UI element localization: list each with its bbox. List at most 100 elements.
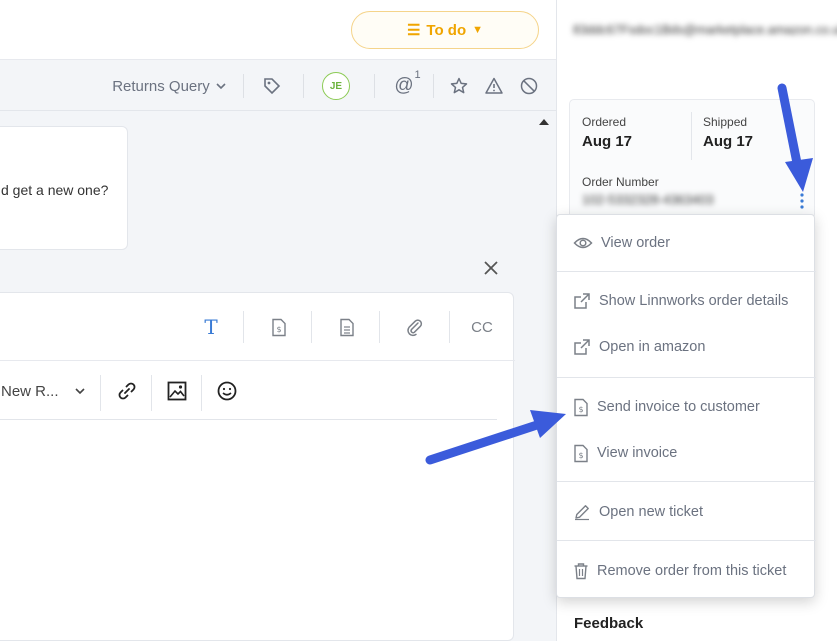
category-label: Returns Query xyxy=(112,77,210,95)
menu-item-remove-order[interactable]: Remove order from this ticket xyxy=(557,553,816,589)
chevron-down-icon: ▼ xyxy=(472,24,484,36)
at-icon: @1 xyxy=(394,69,421,96)
menu-divider xyxy=(557,377,816,378)
block-button[interactable] xyxy=(516,61,542,111)
toolbar-divider xyxy=(201,375,202,411)
star-button[interactable] xyxy=(446,61,472,111)
chevron-down-icon xyxy=(216,83,226,90)
font-select-value: New R... xyxy=(1,382,59,400)
warning-button[interactable] xyxy=(481,61,507,111)
menu-item-label: Open in amazon xyxy=(599,339,706,355)
invoice-icon: $ xyxy=(574,444,588,462)
warning-icon xyxy=(485,77,503,94)
attach-button[interactable] xyxy=(403,293,425,361)
shipped-date: Aug 17 xyxy=(703,133,754,150)
ticket-pane: ☰ To do ▼ Returns Query JE @1 d get a ne… xyxy=(0,0,557,641)
category-dropdown[interactable]: Returns Query xyxy=(110,61,230,111)
scrollbar[interactable] xyxy=(534,112,556,641)
menu-item-label: Show Linnworks order details xyxy=(599,293,789,309)
svg-text:$: $ xyxy=(276,325,281,334)
trash-icon xyxy=(574,563,588,580)
assignee-button[interactable]: JE xyxy=(318,61,354,111)
tag-button[interactable] xyxy=(255,61,289,111)
menu-item-label: Send invoice to customer xyxy=(597,399,760,415)
chevron-down-icon xyxy=(74,388,85,395)
card-divider xyxy=(691,112,692,160)
eye-icon xyxy=(573,237,593,249)
external-link-icon xyxy=(574,293,590,309)
status-label: To do xyxy=(426,21,467,39)
ordered-label: Ordered xyxy=(582,115,627,129)
scroll-up-icon[interactable] xyxy=(539,119,549,125)
template-button[interactable] xyxy=(337,293,357,361)
svg-text:$: $ xyxy=(578,405,583,414)
paperclip-icon xyxy=(407,319,423,337)
order-card: Ordered Aug 17 Shipped Aug 17 Order Numb… xyxy=(569,99,815,219)
toolbar-divider xyxy=(151,375,152,411)
order-more-options-button[interactable] xyxy=(797,192,807,212)
ticket-header: ☰ To do ▼ xyxy=(0,0,556,60)
feedback-heading: Feedback xyxy=(574,615,644,632)
toolbar-divider xyxy=(243,311,244,343)
pencil-icon xyxy=(575,505,589,521)
toolbar-divider xyxy=(311,311,312,343)
menu-item-open-new-ticket[interactable]: Open new ticket xyxy=(557,494,816,530)
menu-item-send-invoice[interactable]: $ Send invoice to customer xyxy=(557,389,816,425)
image-button[interactable] xyxy=(165,362,189,420)
toolbar-divider xyxy=(379,311,380,343)
avatar: JE xyxy=(322,72,350,100)
formatting-toolbar: New R... xyxy=(0,362,515,420)
close-icon xyxy=(484,261,498,275)
order-number-label: Order Number xyxy=(582,175,659,189)
menu-item-label: Open new ticket xyxy=(599,504,703,520)
toolbar-divider xyxy=(303,74,304,98)
shipped-label: Shipped xyxy=(703,115,748,129)
mention-count: 1 xyxy=(414,69,421,81)
order-actions-menu: View order Show Linnworks order details … xyxy=(556,214,816,598)
kebab-menu-icon xyxy=(800,193,804,209)
composer-toolbar: T $ CC xyxy=(0,293,515,361)
menu-item-show-linnworks[interactable]: Show Linnworks order details xyxy=(557,283,816,319)
font-select[interactable]: New R... xyxy=(1,362,91,420)
menu-item-view-invoice[interactable]: $ View invoice xyxy=(557,435,816,471)
invoice-icon: $ xyxy=(272,318,286,336)
ticket-toolbar: Returns Query JE @1 xyxy=(0,61,556,111)
emoji-button[interactable] xyxy=(215,362,239,420)
cc-label: CC xyxy=(471,318,493,336)
menu-divider xyxy=(557,540,816,541)
image-icon xyxy=(167,381,187,401)
smiley-icon xyxy=(217,381,237,401)
order-number: 102-5332328-4363403 xyxy=(582,192,714,207)
cc-button[interactable]: CC xyxy=(469,293,495,361)
tag-icon xyxy=(264,78,281,95)
toolbar-divider xyxy=(433,74,434,98)
message-bubble: d get a new one? xyxy=(0,126,128,250)
external-link-icon xyxy=(574,339,590,355)
mention-button[interactable]: @1 xyxy=(386,61,422,111)
message-text: d get a new one? xyxy=(1,182,109,198)
menu-item-label: View order xyxy=(601,235,671,251)
menu-item-label: Remove order from this ticket xyxy=(597,563,787,579)
menu-item-label: View invoice xyxy=(597,445,678,461)
list-icon: ☰ xyxy=(406,22,421,39)
block-icon xyxy=(520,77,538,95)
menu-divider xyxy=(557,481,816,482)
star-icon xyxy=(450,77,468,94)
text-format-icon[interactable]: T xyxy=(201,293,221,361)
toolbar-divider xyxy=(374,74,375,98)
ordered-date: Aug 17 xyxy=(582,133,633,150)
customer-email: 83ddc67Fsdoc1Bds@marketplace.amazon.co.u… xyxy=(573,23,837,37)
toolbar-divider xyxy=(100,375,101,411)
toolbar-divider xyxy=(449,311,450,343)
menu-item-view-order[interactable]: View order xyxy=(557,225,816,261)
link-icon xyxy=(118,382,136,400)
invoice-icon: $ xyxy=(574,398,588,416)
document-icon xyxy=(340,318,354,336)
status-dropdown[interactable]: ☰ To do ▼ xyxy=(351,11,539,49)
menu-item-open-amazon[interactable]: Open in amazon xyxy=(557,329,816,365)
toolbar-bottom-border xyxy=(0,419,497,420)
close-composer-button[interactable] xyxy=(480,258,502,280)
menu-divider xyxy=(557,271,816,272)
invoice-template-button[interactable]: $ xyxy=(269,293,289,361)
link-button[interactable] xyxy=(115,362,139,420)
